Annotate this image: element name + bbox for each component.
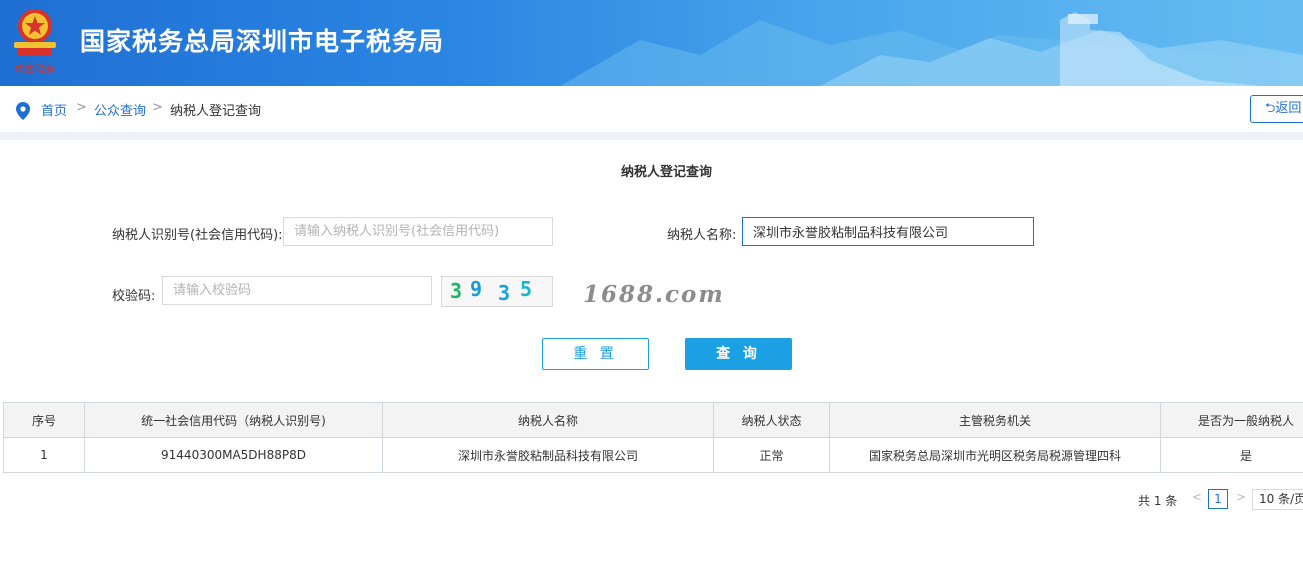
captcha-digit: 5 [520,277,533,301]
captcha-digit: 3 [450,279,463,303]
breadcrumb: 首页 > 公众查询 > 纳税人登记查询 ⮌返回 [0,86,1303,132]
column-header: 统一社会信用代码（纳税人识别号) [84,402,383,438]
query-button[interactable]: 查 询 [685,338,792,370]
query-panel: 纳税人登记查询 纳税人识别号(社会信用代码): 纳税人名称: 校验码: 3 9 … [0,140,1303,525]
captcha-digit: 9 [470,277,483,301]
prev-page-button[interactable]: < [1192,490,1202,504]
verification-code-input[interactable] [162,276,432,305]
header-banner: 中国税务 国家税务总局深圳市电子税务局 [0,0,1303,86]
page-number-button[interactable]: 1 [1208,489,1228,509]
section-divider [0,132,1303,140]
breadcrumb-public-query-link[interactable]: 公众查询 [94,100,146,119]
tax-id-input[interactable] [283,217,553,246]
table-row: 1 91440300MA5DH88P8D 深圳市永誉胶粘制品科技有限公司 正常 … [3,437,1303,473]
back-button-label: 返回 [1275,101,1302,116]
table-cell: 正常 [713,437,830,473]
return-icon: ⮌ [1265,101,1276,116]
reset-button[interactable]: 重 置 [542,338,649,370]
column-header: 纳税人状态 [713,402,830,438]
captcha-image[interactable]: 3 9 3 5 [441,276,553,307]
logo-text: 中国税务 [15,63,55,76]
column-header: 是否为一般纳税人 [1160,402,1303,438]
site-title: 国家税务总局深圳市电子税务局 [80,27,445,56]
tax-id-label: 纳税人识别号(社会信用代码): [112,228,283,243]
results-table: 序号 统一社会信用代码（纳税人识别号) 纳税人名称 纳税人状态 主管税务机关 是… [3,402,1303,473]
table-cell: 深圳市永誉胶粘制品科技有限公司 [382,437,714,473]
column-header: 主管税务机关 [829,402,1161,438]
table-cell: 是 [1160,437,1303,473]
column-header: 纳税人名称 [382,402,714,438]
pagination-total: 共 1 条 [1138,494,1178,508]
captcha-digit: 3 [498,281,511,305]
next-page-button[interactable]: > [1236,490,1246,504]
breadcrumb-separator: > [152,100,163,115]
taxpayer-name-input[interactable] [742,217,1034,246]
table-cell: 1 [3,437,85,473]
table-header-row: 序号 统一社会信用代码（纳税人识别号) 纳税人名称 纳税人状态 主管税务机关 是… [3,402,1303,438]
back-button[interactable]: ⮌返回 [1250,95,1303,123]
breadcrumb-separator: > [76,100,87,115]
breadcrumb-home-link[interactable]: 首页 [41,100,67,119]
taxpayer-name-label: 纳税人名称: [667,228,737,243]
table-cell: 91440300MA5DH88P8D [84,437,383,473]
watermark-text: 1688.com [583,281,725,308]
verification-code-label: 校验码: [112,289,156,304]
tax-emblem-logo: 中国税务 [14,9,56,76]
location-pin-icon [16,102,30,120]
page-size-select[interactable]: 10 条/页 [1252,489,1303,510]
breadcrumb-current: 纳税人登记查询 [170,104,262,119]
column-header: 序号 [3,402,85,438]
panel-title: 纳税人登记查询 [620,165,712,180]
table-cell: 国家税务总局深圳市光明区税务局税源管理四科 [829,437,1161,473]
